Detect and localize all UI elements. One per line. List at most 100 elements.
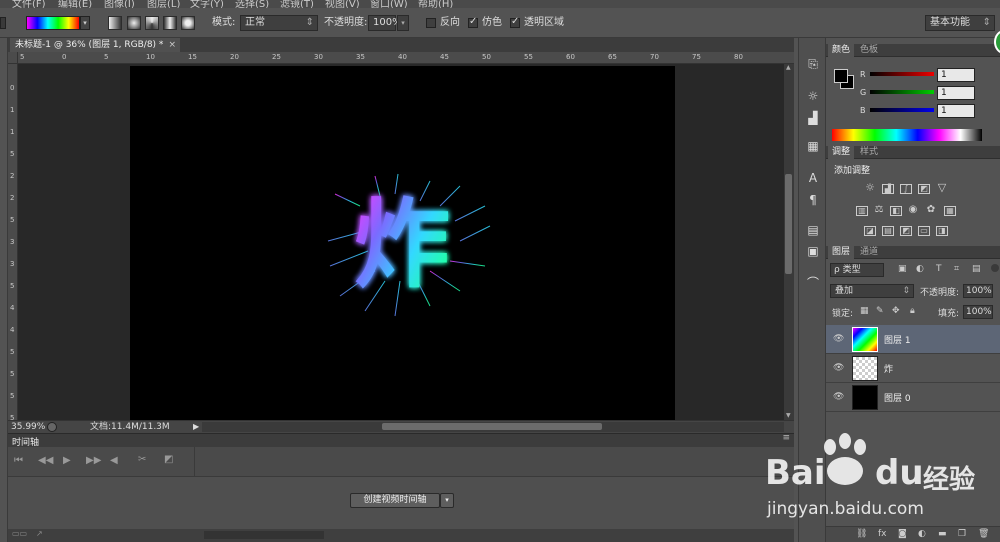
filter-smart-icon[interactable]: ▤ (972, 264, 981, 274)
linear-gradient-icon[interactable] (108, 16, 122, 30)
dither-checkbox[interactable] (468, 16, 478, 28)
document-tab[interactable]: 未标题-1 @ 36% (图层 1, RGB/8) * × (10, 38, 180, 52)
layer-row[interactable]: 👁︎ 图层 0 (826, 383, 1000, 412)
selective-color-icon[interactable]: ◨ (936, 226, 948, 236)
levels-icon[interactable]: ▟ (882, 184, 894, 194)
layer-name[interactable]: 炸 (884, 362, 893, 375)
transition-icon[interactable]: ◩ (164, 454, 173, 465)
convert-icon[interactable]: ↗ (36, 529, 43, 538)
radial-gradient-icon[interactable] (127, 16, 141, 30)
eye-icon[interactable]: 👁︎ (833, 363, 845, 373)
link-layers-icon[interactable]: ⛓ (856, 529, 867, 539)
vertical-scroll-thumb[interactable] (785, 174, 792, 274)
zoom-level[interactable]: 35.99% (11, 421, 45, 433)
eye-icon[interactable]: 👁︎ (833, 334, 845, 344)
lock-move-icon[interactable]: ✥ (892, 306, 900, 316)
status-menu-icon[interactable]: ▶ (193, 421, 199, 433)
channel-r-slider[interactable] (870, 72, 934, 76)
lock-transparent-icon[interactable]: ▦ (860, 306, 869, 316)
color-lookup-icon[interactable]: ▦ (944, 206, 956, 216)
menu-layer[interactable]: 图层(L) (147, 0, 180, 8)
layer-row[interactable]: 👁︎ 炸 (826, 354, 1000, 383)
menu-file[interactable]: 文件(F) (12, 0, 46, 8)
workspace-select[interactable]: 基本功能 ⇕ (925, 15, 995, 31)
layer-opacity-input[interactable]: 100% (963, 284, 993, 298)
paths-icon[interactable]: ⌒ (805, 275, 821, 291)
scissors-icon[interactable]: ✂ (138, 454, 146, 465)
close-icon[interactable]: × (168, 38, 176, 52)
filter-adjustment-icon[interactable]: ◐ (916, 264, 924, 274)
next-frame-icon[interactable]: ▶▶ (86, 455, 101, 466)
paragraph-icon[interactable]: ¶ (805, 192, 821, 208)
channel-mixer-icon[interactable]: ✿ (925, 205, 937, 216)
tab-channels[interactable]: 通道 (856, 246, 882, 259)
lock-paint-icon[interactable]: ✎ (876, 306, 884, 316)
character-icon[interactable]: A (805, 170, 821, 186)
first-frame-icon[interactable]: ⏮ (14, 455, 23, 466)
fx-icon[interactable]: fx (878, 529, 887, 539)
posterize-icon[interactable]: ▤ (882, 226, 894, 236)
menu-view[interactable]: 视图(V) (325, 0, 360, 8)
mode-select[interactable]: 正常 ⇕ (240, 15, 318, 31)
horizontal-scroll-thumb[interactable] (382, 423, 602, 430)
new-layer-icon[interactable]: ❐ (958, 529, 966, 539)
channel-r-input[interactable]: 1 (937, 68, 975, 82)
reflected-gradient-icon[interactable] (163, 16, 177, 30)
fill-input[interactable]: 100% (963, 305, 993, 319)
filter-shape-icon[interactable]: ⌗ (954, 264, 959, 274)
layer-comps-icon[interactable]: ▤ (805, 222, 821, 238)
vertical-scrollbar[interactable]: ▲ ▼ (784, 64, 794, 420)
tab-layers[interactable]: 图层 (828, 246, 855, 259)
layer-row[interactable]: 👁︎ 图层 1 (826, 325, 1000, 354)
opacity-dropdown-icon[interactable]: ▾ (397, 15, 409, 31)
menu-window[interactable]: 窗口(W) (370, 0, 408, 8)
tab-styles[interactable]: 样式 (856, 146, 882, 159)
eye-icon[interactable]: 👁︎ (833, 392, 845, 402)
layer-filter-select[interactable]: ρ 类型 (830, 263, 884, 277)
status-info-icon[interactable] (47, 422, 57, 432)
channel-b-slider[interactable] (870, 108, 934, 112)
filter-pixel-icon[interactable]: ▣ (898, 264, 907, 274)
diamond-gradient-icon[interactable] (181, 16, 195, 30)
add-mask-icon[interactable]: ◙ (898, 529, 907, 539)
gradient-map-icon[interactable]: ▭ (918, 226, 930, 236)
timeline-zoom-slider[interactable] (204, 531, 324, 539)
layer-name[interactable]: 图层 0 (884, 391, 911, 404)
vibrance-icon[interactable]: ▽ (936, 182, 948, 194)
gradient-dropdown-icon[interactable]: ▾ (80, 16, 90, 30)
menu-select[interactable]: 选择(S) (235, 0, 269, 8)
filter-type-icon[interactable]: T (936, 264, 942, 274)
menu-image[interactable]: 图像(I) (104, 0, 135, 8)
menu-edit[interactable]: 编辑(E) (58, 0, 92, 8)
delete-layer-icon[interactable]: 🗑︎ (978, 529, 989, 539)
transparency-checkbox[interactable] (510, 16, 520, 28)
color-balance-icon[interactable]: ⚖ (873, 205, 885, 216)
filter-toggle[interactable] (991, 264, 999, 272)
gradient-picker[interactable] (26, 16, 80, 30)
curves-icon[interactable]: ∫ (900, 184, 912, 194)
tab-adjustments[interactable]: 调整 (828, 146, 855, 159)
hue-saturation-icon[interactable]: ▥ (856, 206, 868, 216)
layer-name[interactable]: 图层 1 (884, 333, 911, 346)
tool-preset-icon[interactable] (0, 17, 6, 29)
audio-icon[interactable]: ◀ (110, 455, 118, 466)
brightness-icon[interactable]: ☼ (864, 182, 876, 194)
channel-g-slider[interactable] (870, 90, 934, 94)
opacity-input[interactable]: 100% (368, 15, 402, 31)
tab-swatches[interactable]: 色板 (856, 44, 882, 57)
lock-all-icon[interactable]: 🔒︎ (910, 306, 915, 316)
ruler-origin[interactable] (8, 52, 18, 64)
foreground-color-swatch[interactable] (834, 69, 848, 83)
invert-icon[interactable]: ◪ (864, 226, 876, 236)
notes-icon[interactable]: ▣ (805, 243, 821, 259)
timeline-type-dropdown[interactable]: ▾ (440, 493, 454, 508)
menu-filter[interactable]: 滤镜(T) (280, 0, 314, 8)
tab-color[interactable]: 颜色 (828, 44, 855, 57)
color-ramp[interactable] (832, 129, 982, 141)
black-white-icon[interactable]: ◧ (890, 206, 902, 216)
channel-b-input[interactable]: 1 (937, 104, 975, 118)
reverse-checkbox[interactable] (426, 18, 436, 28)
history-icon[interactable]: ⎘ (805, 56, 821, 72)
new-group-icon[interactable]: ▬ (938, 529, 947, 539)
scroll-up-icon[interactable]: ▲ (786, 64, 791, 71)
